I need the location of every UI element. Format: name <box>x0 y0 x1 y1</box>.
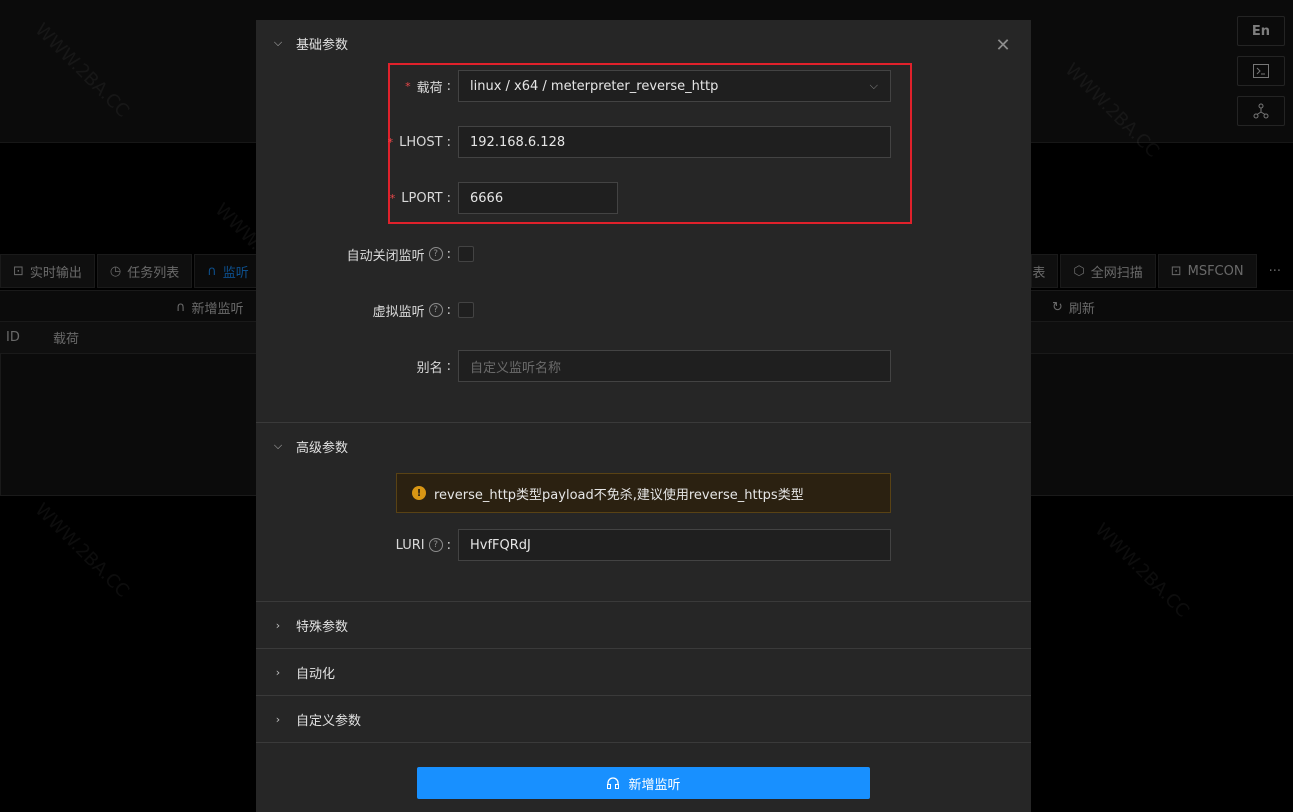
warning-alert: ! reverse_http类型payload不免杀,建议使用reverse_h… <box>396 473 891 513</box>
lhost-label: * LHOST: <box>387 134 451 150</box>
add-listener-button[interactable]: 新增监听 <box>417 767 870 799</box>
divider <box>256 742 1031 743</box>
section-title: 自定义参数 <box>296 713 362 729</box>
chevron-right-icon: › <box>275 665 281 679</box>
alert-text: reverse_http类型payload不免杀,建议使用reverse_htt… <box>434 487 804 503</box>
luri-input[interactable]: HvfFQRdJ <box>458 529 891 561</box>
payload-value: linux / x64 / meterpreter_reverse_http <box>470 78 719 94</box>
section-automation-header[interactable]: › 自动化 <box>256 649 1031 695</box>
help-icon[interactable]: ? <box>428 303 443 317</box>
payload-select[interactable]: linux / x64 / meterpreter_reverse_http ⌵ <box>458 70 891 102</box>
auto-close-checkbox[interactable] <box>458 246 474 262</box>
required-mark: * <box>387 135 394 149</box>
label-text: LPORT <box>401 190 443 206</box>
label-text: 虚拟监听 <box>372 304 425 320</box>
lport-input[interactable]: 6666 <box>458 182 618 214</box>
chevron-right-icon: › <box>275 712 281 726</box>
section-title: 特殊参数 <box>296 619 349 635</box>
section-title: 基础参数 <box>296 37 349 53</box>
required-mark: * <box>389 191 396 205</box>
chevron-down-icon: ⌵ <box>869 79 878 92</box>
lport-value: 6666 <box>470 190 504 206</box>
label-text: LURI <box>395 537 425 553</box>
label-text: 自动关闭监听 <box>346 248 425 264</box>
section-title: 高级参数 <box>296 440 349 456</box>
submit-label: 新增监听 <box>628 777 681 793</box>
section-advanced-header[interactable]: ⌵ 高级参数 <box>256 423 1031 469</box>
new-listener-modal: ✕ ⌵ 基础参数 * 载荷: linux / x64 / meterpreter_… <box>256 20 1031 812</box>
luri-label: LURI?: <box>395 537 451 553</box>
auto-close-label: 自动关闭监听?: <box>346 246 451 264</box>
alias-input[interactable]: 自定义监听名称 <box>458 350 891 382</box>
help-icon[interactable]: ? <box>428 247 443 261</box>
section-basic-header[interactable]: ⌵ 基础参数 <box>256 20 1031 66</box>
lhost-input[interactable]: 192.168.6.128 <box>458 126 891 158</box>
lhost-value: 192.168.6.128 <box>470 134 566 150</box>
label-text: LHOST <box>399 134 443 150</box>
help-icon[interactable]: ? <box>428 538 443 552</box>
exclamation-icon: ! <box>412 486 426 500</box>
payload-label: * 载荷: <box>405 78 451 96</box>
section-title: 自动化 <box>296 666 336 682</box>
alias-placeholder: 自定义监听名称 <box>470 360 562 376</box>
virtual-listener-checkbox[interactable] <box>458 302 474 318</box>
headphones-icon <box>607 777 620 789</box>
section-custom-header[interactable]: › 自定义参数 <box>256 696 1031 742</box>
required-mark: * <box>405 79 411 93</box>
label-text: 载荷 <box>416 80 443 96</box>
virtual-listener-label: 虚拟监听?: <box>372 302 451 320</box>
chevron-right-icon: › <box>275 618 281 632</box>
alias-label: 别名: <box>416 358 451 376</box>
lport-label: * LPORT: <box>389 190 451 206</box>
luri-value: HvfFQRdJ <box>470 537 531 553</box>
label-text: 别名 <box>416 360 443 376</box>
section-special-header[interactable]: › 特殊参数 <box>256 602 1031 648</box>
chevron-down-icon: ⌵ <box>273 36 283 49</box>
chevron-down-icon: ⌵ <box>273 439 283 452</box>
